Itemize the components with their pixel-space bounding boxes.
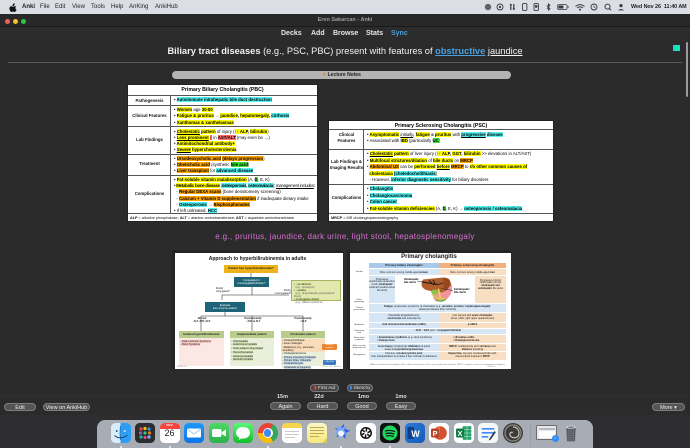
svg-text:X: X xyxy=(457,429,462,438)
svg-text:bile ducts: bile ducts xyxy=(454,290,467,294)
svg-text:W: W xyxy=(411,429,420,439)
svg-text:P: P xyxy=(432,429,437,438)
svg-text:bile ducts: bile ducts xyxy=(404,280,417,284)
